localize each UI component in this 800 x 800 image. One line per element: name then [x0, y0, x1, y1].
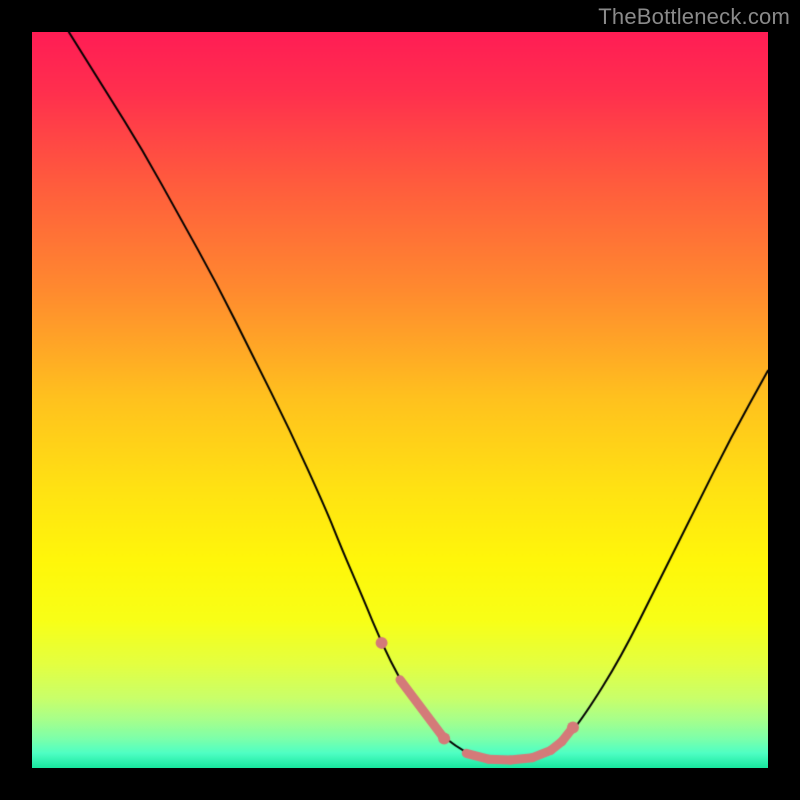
- outer-frame: TheBottleneck.com: [0, 0, 800, 800]
- watermark-text: TheBottleneck.com: [598, 4, 790, 30]
- curve-layer: [32, 32, 768, 768]
- plot-area: [32, 32, 768, 768]
